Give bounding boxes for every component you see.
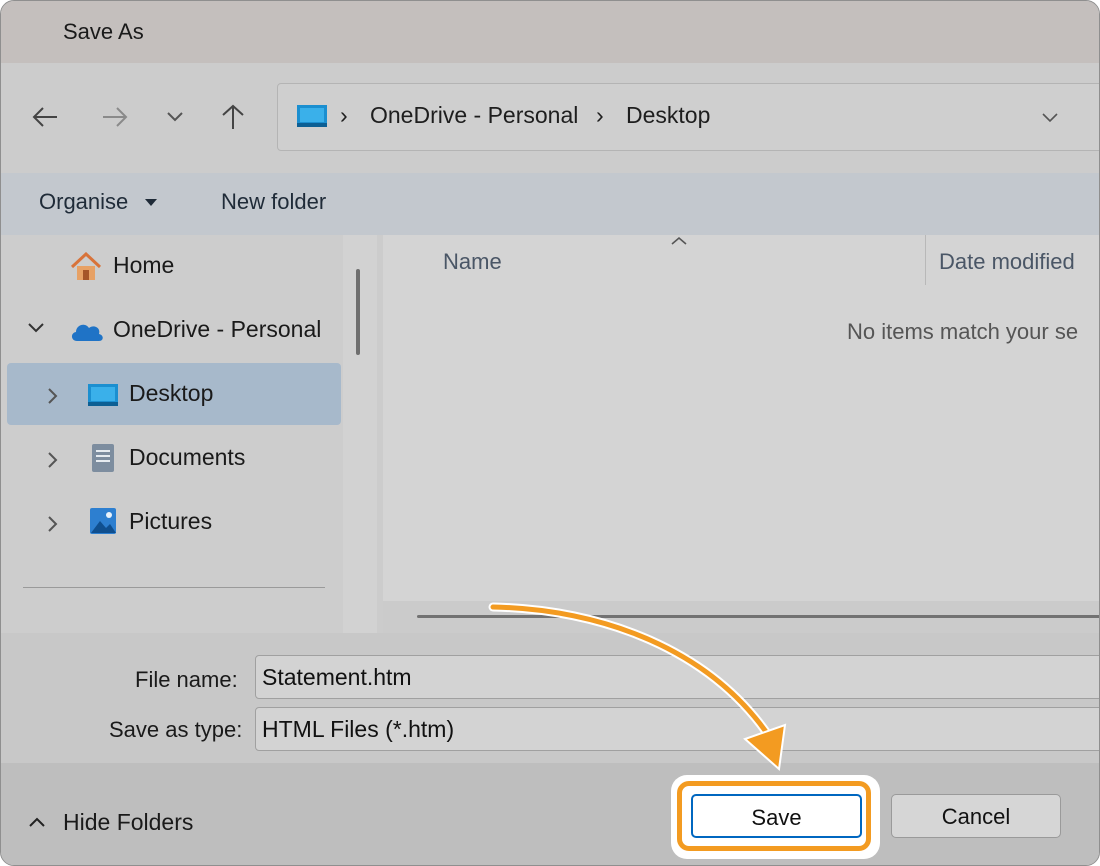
save-as-dialog: Save As › OneDrive - Personal › Desktop [0, 0, 1100, 866]
column-header-name[interactable]: Name [443, 249, 502, 275]
dialog-title: Save As [63, 19, 144, 44]
recent-locations-button[interactable] [155, 97, 195, 137]
cancel-button[interactable]: Cancel [891, 794, 1061, 838]
empty-folder-message: No items match your se [847, 319, 1079, 344]
sidebar-item-pictures[interactable]: Pictures [7, 491, 341, 553]
chevron-up-icon[interactable] [27, 815, 47, 829]
column-separator[interactable] [925, 235, 926, 285]
callout-arrow-icon [488, 602, 787, 771]
save-as-type-label: Save as type: [109, 717, 243, 742]
pane-separator [377, 235, 383, 633]
sidebar-item-label: Desktop [129, 380, 214, 406]
sidebar-scrollbar[interactable] [343, 235, 377, 633]
title-bar: Save As [1, 1, 1099, 63]
sidebar-item-label: Documents [129, 444, 246, 470]
sort-ascending-icon [671, 236, 687, 245]
home-icon [70, 252, 102, 280]
sidebar-item-home[interactable]: Home [7, 235, 341, 297]
chevron-down-icon [167, 112, 183, 122]
up-button[interactable] [213, 97, 253, 137]
caret-down-icon [145, 199, 157, 206]
file-name-label: File name: [135, 667, 238, 692]
address-bar[interactable]: › OneDrive - Personal › Desktop [277, 83, 1099, 151]
chevron-right-icon[interactable] [47, 515, 59, 533]
back-button[interactable] [25, 97, 65, 137]
sidebar-item-label: OneDrive - Personal [113, 316, 322, 342]
new-folder-button[interactable]: New folder [221, 189, 326, 215]
sidebar-divider [23, 587, 325, 588]
documents-icon [92, 444, 114, 472]
column-header-date-modified[interactable]: Date modified [939, 249, 1075, 275]
navigation-pane: Home OneDrive - Personal Desktop Documen… [1, 235, 343, 633]
chevron-down-icon[interactable] [27, 321, 45, 335]
breadcrumb-onedrive[interactable]: OneDrive - Personal [370, 102, 578, 129]
breadcrumb-separator: › [596, 102, 604, 128]
cloud-icon [71, 324, 103, 341]
sidebar-item-desktop[interactable]: Desktop [7, 363, 341, 425]
save-as-type-value: HTML Files (*.htm) [262, 716, 455, 742]
command-bar: Organise New folder [1, 173, 1099, 235]
forward-button[interactable] [95, 97, 135, 137]
pictures-icon [90, 508, 116, 534]
save-button[interactable]: Save [691, 794, 862, 838]
sidebar-item-documents[interactable]: Documents [7, 427, 341, 489]
file-name-value: Statement.htm [262, 664, 412, 690]
sidebar-item-label: Pictures [129, 508, 213, 534]
desktop-folder-icon [88, 384, 118, 406]
sidebar-scrollbar-thumb[interactable] [356, 269, 360, 355]
breadcrumb-separator: › [340, 102, 348, 128]
organise-button[interactable]: Organise [39, 189, 128, 215]
arrow-right-icon [103, 107, 128, 127]
chevron-right-icon[interactable] [47, 451, 59, 469]
chevron-down-icon[interactable] [1040, 112, 1060, 124]
chevron-right-icon[interactable] [47, 387, 59, 405]
arrow-left-icon [32, 107, 57, 127]
desktop-folder-icon [297, 105, 327, 127]
sidebar-item-label: Home [113, 252, 175, 278]
sidebar-item-onedrive[interactable]: OneDrive - Personal [7, 299, 341, 361]
file-list: Name Date modified No items match your s… [377, 235, 1099, 633]
hide-folders-button[interactable]: Hide Folders [63, 809, 193, 836]
arrow-up-icon [222, 104, 244, 129]
breadcrumb-desktop[interactable]: Desktop [626, 102, 710, 129]
